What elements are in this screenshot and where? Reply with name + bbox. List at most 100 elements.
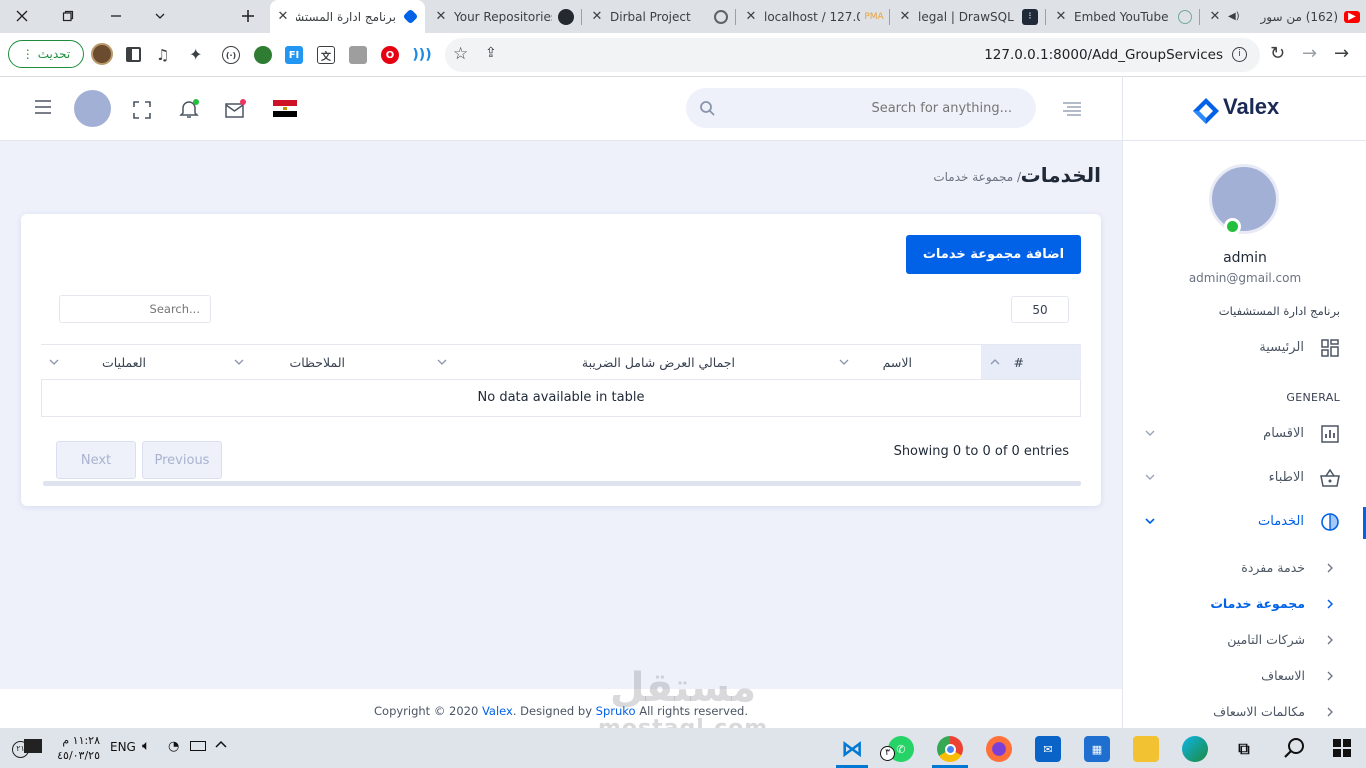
table-info: Showing 0 to 0 of 0 entries [893,444,1069,459]
new-tab-icon[interactable] [236,4,260,28]
tab-hospital-app[interactable]: ✕ برنامج ادارة المستشفيات [270,0,425,33]
windows-start-icon[interactable] [1333,739,1351,757]
extensions-icon[interactable]: ✦ [189,45,202,64]
firefox-icon[interactable] [986,736,1012,762]
tab-phpmyadmin[interactable]: ✕ localhost / 127.0. PMA [738,0,888,33]
extension-wifi-icon[interactable]: ))) [412,46,431,64]
reload-icon[interactable]: ↻ [1270,43,1285,64]
table-empty-row: No data available in table [41,380,1081,417]
egypt-flag-icon[interactable] [273,100,297,117]
address-bar[interactable]: ☆ ⇪ 127.0.0.1:8000/Add_GroupServices i [445,38,1260,72]
user-avatar[interactable] [74,90,111,127]
sidebar-section-label: GENERAL [1286,391,1340,404]
search-icon[interactable] [1282,736,1306,760]
chevron-right-icon [1326,635,1334,645]
sidebar-subitem-service-group[interactable]: مجموعة خدمات [1122,592,1366,616]
restore-window-icon[interactable] [56,4,80,28]
github-icon [558,8,574,25]
profile-avatar[interactable] [91,43,113,65]
extension-fi-icon[interactable]: FI [285,46,303,64]
messages-mail-icon[interactable] [225,99,247,119]
footer-designer-link[interactable]: Spruko [596,704,636,718]
language-indicator[interactable]: ENG [110,740,136,754]
show-hidden-icons-icon[interactable] [214,738,228,752]
tab-embed-youtube[interactable]: ✕ Embed YouTube [1048,0,1198,33]
table-horizontal-scrollbar[interactable] [43,481,1081,486]
side-panel-icon[interactable] [126,47,141,62]
extension-opera-icon[interactable]: O [381,46,399,64]
chevron-right-icon [1326,707,1334,717]
footer: Copyright © 2020 Valex. Designed by Spru… [0,689,1122,728]
column-header-total[interactable]: اجمالي العرض شامل الضريبة [431,345,831,379]
media-control-icon[interactable]: ♫ [156,46,169,64]
close-tab-icon[interactable]: ✕ [744,9,758,24]
close-tab-icon[interactable]: ✕ [590,9,604,24]
sidebar-subitem-insurance[interactable]: شركات التامين [1122,628,1366,652]
page-title: الخدمات [1020,163,1101,187]
footer-brand-link[interactable]: Valex [482,704,513,718]
tab-search-icon[interactable] [148,4,172,28]
youtube-icon: ▶ [1344,10,1360,23]
notifications-bell-icon[interactable] [179,99,199,119]
sidebar-toggle-icon[interactable] [1062,102,1082,116]
extension-translate-icon[interactable]: 文 [317,46,335,64]
table-header: # الاسم اجمالي العرض شامل الضريبة الملاح… [41,344,1081,380]
sidebar-item-doctors[interactable]: الاطباء [1122,463,1366,493]
share-icon[interactable]: ⇪ [485,45,497,61]
sidebar-item-services[interactable]: الخدمات [1122,507,1366,537]
fullscreen-icon[interactable] [133,101,151,119]
column-header-name[interactable]: الاسم [831,345,981,379]
volume-icon[interactable]: 🔈︎ [142,738,150,754]
menu-icon[interactable] [34,100,52,114]
wifi-icon[interactable]: ◔ [168,739,179,754]
close-tab-icon[interactable]: ✕ [434,9,448,24]
sidebar-item-departments[interactable]: الاقسام [1122,419,1366,449]
battery-icon[interactable] [190,741,206,751]
tab-youtube[interactable]: ✕ ◀) (162) من سور ▶ [1202,0,1366,33]
forward-icon[interactable]: → [1302,43,1317,64]
tab-dirbal[interactable]: ✕ Dirbal Project [584,0,734,33]
sidebar-subitem-ambulance[interactable]: الاسعاف [1122,664,1366,688]
chart-icon [1320,424,1340,444]
column-header-notes[interactable]: الملاحظات [231,345,431,379]
previous-page-button[interactable]: Previous [142,441,222,479]
column-header-index[interactable]: # [981,345,1081,379]
chrome-icon[interactable] [937,736,963,762]
extension-globe-icon[interactable] [254,46,272,64]
sidebar-item-home[interactable]: الرئيسية [1122,333,1366,363]
edge-icon[interactable] [1182,736,1208,762]
extension-icon[interactable]: (·) [222,46,240,64]
chevron-down-icon [1144,515,1156,527]
header-search-input[interactable] [722,88,1012,128]
page-length-select[interactable]: 50 [1011,296,1069,323]
close-tab-icon[interactable]: ✕ [898,9,912,24]
back-icon[interactable]: → [1334,43,1349,64]
minimize-window-icon[interactable] [104,4,128,28]
table-search-input[interactable] [59,295,211,323]
column-header-actions[interactable]: العمليات [41,345,231,379]
store-icon[interactable]: ▦ [1084,736,1110,762]
sidebar-app-name: برنامج ادارة المستشفيات [1218,304,1340,318]
bookmark-star-icon[interactable]: ☆ [453,44,468,64]
close-tab-icon[interactable]: ✕ [276,9,290,24]
close-tab-icon[interactable]: ✕ [1208,9,1222,24]
sidebar-brand[interactable]: Valex [1123,77,1366,141]
tab-github[interactable]: ✕ Your Repositories [428,0,580,33]
task-view-icon[interactable]: ⧉ [1231,736,1257,762]
extension-image-icon[interactable] [349,46,367,64]
close-window-icon[interactable] [10,4,34,28]
notification-icon[interactable] [24,739,42,753]
close-tab-icon[interactable]: ✕ [1054,9,1068,24]
vscode-icon[interactable]: ⋈ [839,736,865,762]
sidebar-subitem-single-service[interactable]: خدمة مفردة [1122,556,1366,580]
file-explorer-icon[interactable] [1133,736,1159,762]
clock[interactable]: ١١:٢٨ م ٤٥/٠٣/٢٥ [52,733,100,763]
mail-icon[interactable]: ✉ [1035,736,1061,762]
tab-drawsql[interactable]: ✕ legal | DrawSQL ⁝ [892,0,1044,33]
add-service-group-button[interactable]: اضافة مجموعة خدمات [906,235,1081,274]
search-icon[interactable] [699,100,715,116]
site-info-icon[interactable]: i [1232,47,1247,62]
update-browser-button[interactable]: ⋮ تحديث [8,40,84,68]
sidebar-user-avatar [1209,164,1279,234]
next-page-button[interactable]: Next [56,441,136,479]
